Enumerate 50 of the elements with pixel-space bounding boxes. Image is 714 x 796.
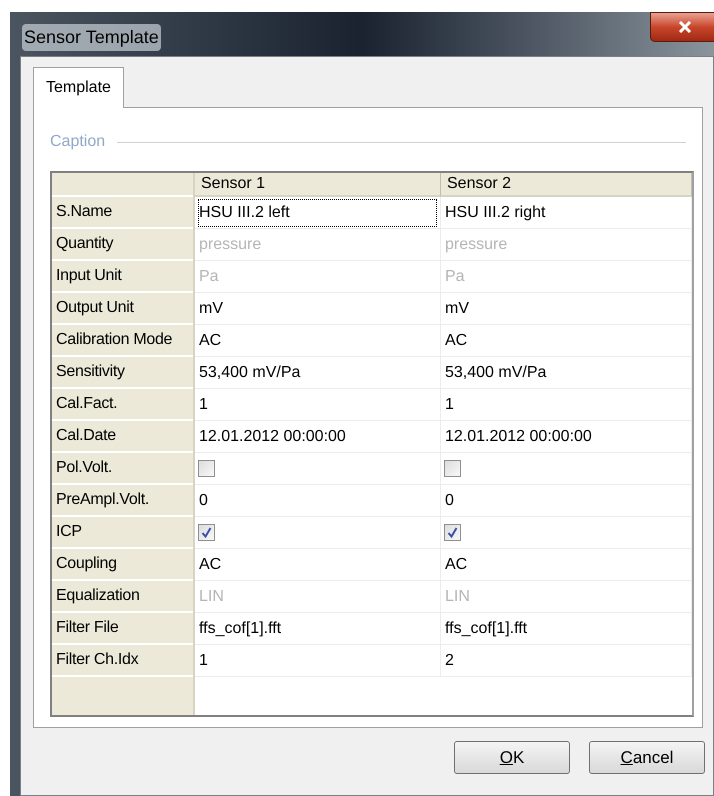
- row-label: Output Unit: [56, 298, 134, 318]
- table-cell[interactable]: 53,400 mV/Pa: [444, 358, 688, 386]
- row-label: Coupling: [56, 554, 117, 574]
- table-cell[interactable]: 0: [198, 486, 437, 514]
- table-cell[interactable]: AC: [444, 550, 688, 578]
- row-label: Input Unit: [56, 266, 122, 286]
- checkmark-icon: [201, 527, 212, 538]
- table-cell[interactable]: 12.01.2012 00:00:00: [444, 422, 688, 450]
- row-label: Equalization: [56, 586, 140, 606]
- close-button[interactable]: [650, 12, 714, 42]
- row-label: Cal.Fact.: [56, 394, 118, 414]
- row-label: ICP: [56, 522, 82, 542]
- table-cell[interactable]: AC: [444, 326, 688, 354]
- row-label: Sensitivity: [56, 362, 125, 382]
- tab[interactable]: Template: [33, 67, 124, 108]
- table-cell[interactable]: HSU III.2 right: [444, 198, 688, 226]
- checkbox[interactable]: [198, 460, 215, 477]
- checkbox[interactable]: [444, 460, 461, 477]
- table-cell[interactable]: 53,400 mV/Pa: [198, 358, 437, 386]
- row-label: Calibration Mode: [56, 330, 172, 350]
- table-cell[interactable]: 0: [444, 486, 688, 514]
- table-cell[interactable]: 12.01.2012 00:00:00: [198, 422, 437, 450]
- dialog-button[interactable]: Cancel: [589, 741, 705, 774]
- column-header: Sensor 2: [441, 173, 692, 197]
- row-label: Quantity: [56, 234, 114, 254]
- table-cell[interactable]: ffs_cof[1].fft: [444, 614, 688, 642]
- close-icon: [678, 21, 692, 33]
- row-label: Cal.Date: [56, 426, 116, 446]
- table-cell[interactable]: 1: [444, 390, 688, 418]
- table-cell[interactable]: ffs_cof[1].fft: [198, 614, 437, 642]
- table-cell[interactable]: 2: [444, 646, 688, 674]
- dialog-button[interactable]: OK: [454, 741, 570, 774]
- checkbox[interactable]: [444, 524, 461, 541]
- column-header: Sensor 1: [195, 173, 441, 197]
- table-cell[interactable]: mV: [444, 294, 688, 322]
- table-cell[interactable]: HSU III.2 left: [198, 198, 437, 226]
- checkbox[interactable]: [198, 524, 215, 541]
- row-label: Pol.Volt.: [56, 458, 112, 478]
- window-title: Sensor Template: [22, 24, 161, 51]
- row-label: Filter File: [56, 618, 118, 638]
- group-caption: Caption: [50, 132, 106, 152]
- row-label: S.Name: [56, 202, 112, 222]
- table-cell[interactable]: AC: [198, 550, 437, 578]
- row-label: Filter Ch.Idx: [56, 650, 138, 670]
- checkmark-icon: [447, 527, 458, 538]
- table-cell[interactable]: 1: [198, 390, 437, 418]
- table-cell[interactable]: mV: [198, 294, 437, 322]
- table-cell[interactable]: 1: [198, 646, 437, 674]
- row-label: PreAmpl.Volt.: [56, 490, 150, 510]
- table-cell[interactable]: AC: [198, 326, 437, 354]
